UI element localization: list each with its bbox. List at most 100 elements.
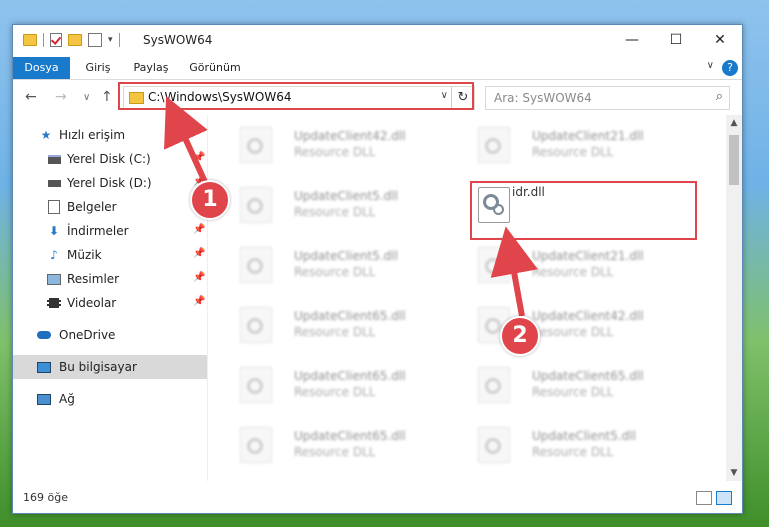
sidebar-item-disk-d[interactable]: Yerel Disk (D:) 📌 [13,171,207,195]
status-bar: 169 öğe [13,483,742,513]
close-button[interactable]: ✕ [698,25,742,55]
title-bar: ▾ SysWOW64 — ☐ ✕ [13,25,742,57]
sidebar-item-label: Müzik [67,248,102,262]
sidebar-item-label: Videolar [67,296,117,310]
sidebar-item-label: Hızlı erişim [59,128,126,142]
file-type: Resource DLL [294,445,376,459]
scroll-up-icon[interactable]: ▲ [726,115,742,131]
file-item[interactable]: UpdateClient21.dll Resource DLL [458,239,678,287]
file-item[interactable]: UpdateClient65.dll Resource DLL [220,359,440,407]
pictures-icon [47,273,61,285]
sidebar-item-label: Yerel Disk (D:) [67,176,152,190]
file-type: Resource DLL [532,145,614,159]
address-highlight-box [118,82,474,110]
properties-check-icon[interactable] [50,33,62,47]
tab-share[interactable]: Paylaş [126,57,176,79]
file-item[interactable]: UpdateClient5.dll Resource DLL [220,179,440,227]
scroll-down-icon[interactable]: ▼ [726,465,742,481]
file-type: Resource DLL [532,385,614,399]
file-item[interactable]: UpdateClient65.dll Resource DLL [220,419,440,467]
pin-icon[interactable]: 📌 [193,224,205,235]
sidebar-item-onedrive[interactable]: OneDrive [13,323,207,347]
up-button[interactable]: ↑ [101,89,113,105]
file-type: Resource DLL [294,325,376,339]
sidebar-item-quick-access[interactable]: ★ Hızlı erişim [13,123,207,147]
tab-home[interactable]: Giriş [76,57,120,79]
file-highlight-box [470,181,697,240]
file-list: UpdateClient42.dll Resource DLL UpdateCl… [208,115,726,481]
toolbar-divider [43,33,44,47]
chevron-down-icon[interactable]: ▾ [108,35,113,45]
file-name: UpdateClient65.dll [532,369,644,383]
maximize-button[interactable]: ☐ [654,25,698,55]
file-item[interactable]: UpdateClient42.dll Resource DLL [458,299,678,347]
help-icon[interactable]: ? [722,60,738,76]
pin-icon[interactable]: 📌 [193,272,205,283]
dll-file-icon [240,307,272,343]
dll-file-icon [240,187,272,223]
file-name: UpdateClient65.dll [294,309,406,323]
sidebar-item-this-pc[interactable]: Bu bilgisayar [13,355,207,379]
sidebar-item-label: OneDrive [59,328,116,342]
search-icon[interactable]: ⌕ [716,89,723,104]
dll-file-icon [240,247,272,283]
back-button[interactable]: ← [25,89,37,105]
sidebar-item-pictures[interactable]: Resimler 📌 [13,267,207,291]
file-name: UpdateClient42.dll [294,129,406,143]
file-item[interactable]: UpdateClient21.dll Resource DLL [458,119,678,167]
file-type: Resource DLL [294,205,376,219]
large-icons-view-icon[interactable] [716,491,732,505]
sidebar-item-videos[interactable]: Videolar 📌 [13,291,207,315]
file-item[interactable]: UpdateClient5.dll Resource DLL [458,419,678,467]
pin-icon[interactable]: 📌 [193,296,205,307]
file-name: UpdateClient65.dll [294,369,406,383]
drive-icon [47,153,61,165]
tab-view[interactable]: Görünüm [183,57,247,79]
toolbar-divider [118,33,120,47]
sidebar-item-label: Belgeler [67,200,117,214]
file-type: Resource DLL [294,265,376,279]
forward-button[interactable]: → [55,89,67,105]
quick-access-toolbar: ▾ [23,33,120,47]
search-input[interactable]: Ara: SysWOW64 ⌕ [485,86,730,110]
customize-icon[interactable] [88,33,102,47]
pin-icon[interactable]: 📌 [193,152,205,163]
tab-file[interactable]: Dosya [13,57,70,79]
file-item[interactable]: UpdateClient65.dll Resource DLL [220,299,440,347]
dll-file-icon [240,427,272,463]
sidebar-item-network[interactable]: Ağ [13,387,207,411]
file-type: Resource DLL [294,145,376,159]
sidebar-item-label: Ağ [59,392,75,406]
videos-icon [47,297,61,309]
sidebar-item-music[interactable]: ♪ Müzik 📌 [13,243,207,267]
network-icon [37,393,51,405]
sidebar-item-documents[interactable]: Belgeler 📌 [13,195,207,219]
details-view-icon[interactable] [696,491,712,505]
sidebar-item-disk-c[interactable]: Yerel Disk (C:) 📌 [13,147,207,171]
file-item[interactable]: UpdateClient42.dll Resource DLL [220,119,440,167]
recent-locations-icon[interactable]: ∨ [83,92,90,103]
search-placeholder: Ara: SysWOW64 [494,91,592,105]
pin-icon[interactable]: 📌 [193,248,205,259]
dll-file-icon [240,367,272,403]
file-name: UpdateClient5.dll [294,189,398,203]
new-folder-icon[interactable] [68,34,82,46]
dll-file-icon [478,247,510,283]
sidebar-item-downloads[interactable]: ⬇ İndirmeler 📌 [13,219,207,243]
ribbon-expand-icon[interactable]: ∨ [707,60,714,71]
file-item[interactable]: UpdateClient65.dll Resource DLL [458,359,678,407]
vertical-scrollbar[interactable]: ▲ ▼ [726,115,742,481]
scroll-thumb[interactable] [729,135,739,185]
sidebar-item-label: Bu bilgisayar [59,360,137,374]
file-name: UpdateClient65.dll [294,429,406,443]
window-title: SysWOW64 [143,33,213,47]
music-icon: ♪ [50,248,58,262]
download-icon: ⬇ [48,224,60,238]
file-item[interactable]: UpdateClient5.dll Resource DLL [220,239,440,287]
minimize-button[interactable]: — [610,25,654,55]
sidebar-item-label: Yerel Disk (C:) [67,152,151,166]
file-type: Resource DLL [532,445,614,459]
folder-icon[interactable] [23,34,37,46]
computer-icon [37,361,51,373]
file-name: UpdateClient21.dll [532,129,644,143]
